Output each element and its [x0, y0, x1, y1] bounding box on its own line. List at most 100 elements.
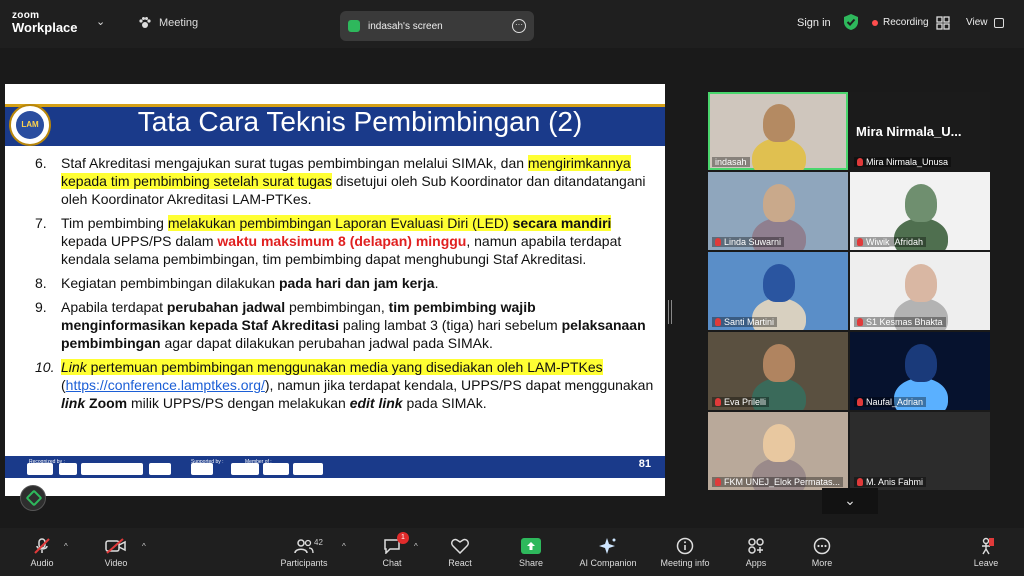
participant-tile[interactable]: Wiwik_Afridah — [850, 172, 990, 250]
participants-label: Participants — [280, 558, 328, 568]
apps-button[interactable]: Apps — [724, 536, 788, 568]
sign-in-button[interactable]: Sign in — [797, 17, 831, 29]
grid-layout-icon[interactable] — [936, 16, 950, 30]
participant-video — [905, 344, 937, 382]
chat-label: Chat — [382, 558, 402, 568]
participant-name-tag: Santi Martini — [712, 317, 778, 327]
meeting-tab[interactable]: Meeting — [138, 16, 198, 30]
sparkle-icon — [599, 538, 616, 554]
participant-name: Linda Suwarni — [724, 237, 782, 247]
conference-link[interactable]: https://conference.lamptkes.org/ — [66, 377, 265, 393]
lam-ptkes-logo: LAM — [9, 104, 51, 146]
participant-name: indasah — [715, 157, 747, 167]
react-button[interactable]: React — [428, 536, 492, 568]
participant-name-tag: S1 Kesmas Bhakta — [854, 317, 946, 327]
meeting-info-button[interactable]: Meeting info — [652, 536, 718, 568]
slide-text-run: edit link — [349, 395, 403, 411]
slide-text-run: milik UPPS/PS dengan melakukan — [127, 395, 350, 411]
participant-video — [905, 264, 937, 302]
slide-item-number: 10. — [35, 359, 55, 375]
chevron-down-icon[interactable]: ⌄ — [96, 15, 105, 28]
participant-tile[interactable]: Mira Nirmala_U... Mira Nirmala_Unusa — [850, 92, 990, 170]
slide-item-list: 6. Staf Akreditasi mengajukan surat tugas… — [35, 154, 655, 418]
record-dot-icon — [872, 19, 878, 26]
mic-muted-icon — [715, 318, 721, 326]
participant-tile[interactable]: S1 Kesmas Bhakta — [850, 252, 990, 330]
slide-text-run: pembimbingan, — [285, 299, 389, 315]
slide-text-run: pada SIMAk. — [402, 395, 487, 411]
more-button[interactable]: More — [790, 536, 854, 568]
slide-item: 10. Link pertemuan pembimbingan menggunak… — [35, 358, 655, 412]
info-icon — [676, 537, 694, 555]
slide-item: 7. Tim pembimbing melakukan pembimbingan … — [35, 214, 655, 268]
partner-logo — [81, 463, 143, 475]
react-label: React — [448, 558, 472, 568]
slide-text-run: agar dapat dilakukan perubahan jadwal pa… — [160, 335, 493, 351]
participant-tile[interactable]: M. Anis Fahmi — [850, 412, 990, 490]
participant-name-tag: indasah — [712, 157, 750, 167]
participant-name-tag: M. Anis Fahmi — [854, 477, 927, 487]
audio-options-caret-icon[interactable]: ^ — [64, 542, 68, 551]
participant-tile[interactable]: Santi Martini — [708, 252, 848, 330]
slide-item-number: 9. — [35, 299, 47, 315]
partner-logo — [263, 463, 289, 475]
leave-label: Leave — [973, 558, 999, 568]
participant-tile[interactable]: Linda Suwarni — [708, 172, 848, 250]
meeting-label: Meeting — [159, 17, 199, 29]
ai-companion-label: AI Companion — [579, 558, 637, 568]
participant-video — [763, 344, 795, 382]
participants-caret-icon[interactable]: ^ — [342, 542, 346, 551]
participant-tile[interactable]: Eva Prilelli — [708, 332, 848, 410]
screen-share-tab[interactable]: indasah's screen ··· — [340, 11, 534, 41]
mic-muted-icon — [857, 158, 863, 166]
share-label: Share — [518, 558, 544, 568]
shield-check-icon[interactable] — [843, 13, 859, 31]
mic-muted-icon — [715, 398, 721, 406]
participants-icon — [294, 539, 314, 554]
annotate-button[interactable] — [20, 485, 46, 511]
chat-button[interactable]: Chat 1 — [360, 532, 424, 568]
recording-indicator[interactable]: Recording — [872, 17, 929, 28]
slide-item-text: Tim pembimbing melakukan pembimbingan La… — [61, 214, 655, 268]
slide-item-number: 8. — [35, 275, 47, 291]
ai-companion-button[interactable]: AI Companion — [572, 536, 644, 568]
slide-page-number: 81 — [638, 458, 651, 470]
more-options-icon[interactable]: ··· — [512, 19, 526, 33]
slide-text-run: . — [434, 275, 439, 291]
share-button[interactable]: Share — [499, 536, 563, 568]
expand-gallery-button[interactable]: ⌄ — [822, 488, 878, 514]
split-resize-handle[interactable] — [668, 300, 672, 324]
mic-muted-icon — [857, 238, 863, 246]
participant-video — [763, 264, 795, 302]
slide-text-run: link — [61, 395, 86, 411]
participants-button[interactable]: Participants 42 — [272, 536, 336, 568]
audio-label: Audio — [30, 558, 54, 568]
slide-text-run: Staf Akreditasi mengajukan surat tugas p… — [61, 155, 528, 171]
zoom-workplace-logo[interactable]: zoom Workplace — [12, 10, 78, 34]
slide-item-text: Link pertemuan pembimbingan menggunakan … — [61, 358, 655, 412]
participant-tile[interactable]: indasah — [708, 92, 848, 170]
slide-item-number: 6. — [35, 155, 47, 171]
slide-item: 8. Kegiatan pembimbingan dilakukan pada h… — [35, 274, 655, 292]
heart-icon — [451, 538, 469, 554]
participant-name: S1 Kesmas Bhakta — [866, 317, 943, 327]
leave-button[interactable]: Leave — [954, 536, 1018, 568]
participant-tile[interactable]: Naufal_Adrian — [850, 332, 990, 410]
participant-tile[interactable]: FKM UNEJ_Elok Permatas... — [708, 412, 848, 490]
mic-muted-icon — [715, 478, 721, 486]
shared-screen-slide: LAM Tata Cara Teknis Pembimbingan (2) 6.… — [5, 84, 665, 496]
participant-name: FKM UNEJ_Elok Permatas... — [724, 477, 841, 487]
paw-icon — [139, 17, 151, 28]
view-icon — [993, 17, 1004, 28]
chat-caret-icon[interactable]: ^ — [414, 542, 418, 551]
video-options-caret-icon[interactable]: ^ — [142, 542, 146, 551]
participants-count: 42 — [314, 538, 323, 547]
slide-text-run: perubahan jadwal — [166, 299, 286, 315]
video-button[interactable]: Video — [84, 536, 148, 568]
video-off-icon — [105, 538, 126, 554]
slide-item: 6. Staf Akreditasi mengajukan surat tugas… — [35, 154, 655, 208]
participant-video — [763, 184, 795, 222]
view-button[interactable]: View — [966, 17, 1004, 28]
slide-item-text: Staf Akreditasi mengajukan surat tugas p… — [61, 154, 655, 208]
audio-button[interactable]: Audio — [10, 536, 74, 568]
